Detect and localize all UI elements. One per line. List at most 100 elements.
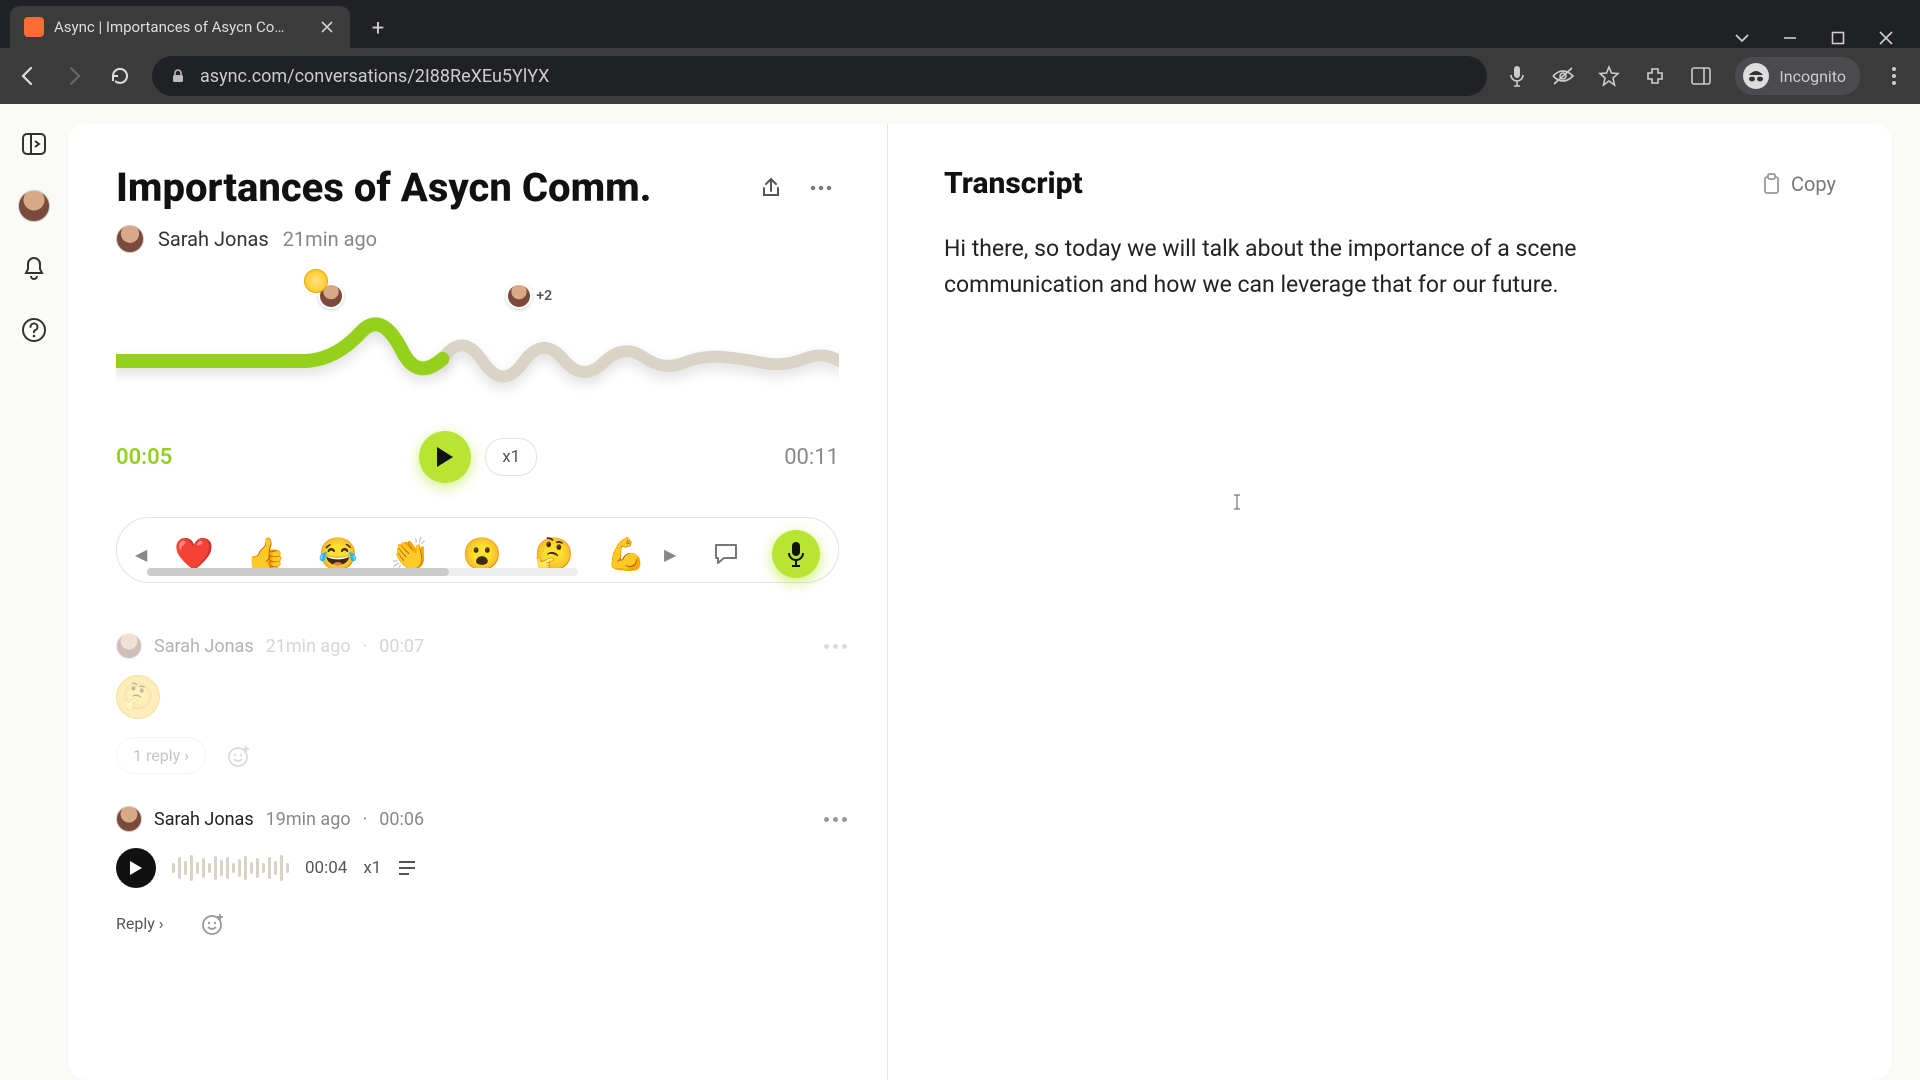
waveform-marker[interactable]: +2 <box>506 283 552 309</box>
comment-timestamp[interactable]: 00:06 <box>379 809 424 830</box>
replies-button[interactable]: 1 reply › <box>116 737 206 774</box>
comment-author: Sarah Jonas <box>154 809 254 830</box>
copy-transcript-button[interactable]: Copy <box>1761 172 1836 196</box>
duration: 00:11 <box>784 445 839 470</box>
waveform-marker[interactable] <box>318 283 344 309</box>
comment-avatar <box>116 633 142 659</box>
reply-label: Reply › <box>116 914 164 933</box>
tab-favicon <box>24 17 44 37</box>
reaction-flex[interactable]: 💪 <box>605 533 642 575</box>
window-minimize-icon[interactable] <box>1780 28 1800 48</box>
toolbar-right: Incognito <box>1505 57 1906 95</box>
new-tab-button[interactable]: + <box>362 12 394 44</box>
play-button[interactable] <box>419 431 471 483</box>
comment-footer: 1 reply › <box>116 737 847 774</box>
transcript-title: Transcript <box>944 166 1761 201</box>
transcript-header: Transcript Copy <box>944 166 1836 201</box>
comment-avatar <box>116 806 142 832</box>
window-maximize-icon[interactable] <box>1828 28 1848 48</box>
comments-list[interactable]: Sarah Jonas 21min ago · 00:07 🤔 1 reply … <box>68 617 887 1080</box>
playback-speed-button[interactable]: x1 <box>485 438 537 476</box>
posted-time: 21min ago <box>283 227 377 251</box>
browser-tab[interactable]: Async | Importances of Asycn Co… <box>10 6 350 48</box>
comment-item: Sarah Jonas 19min ago · 00:06 <box>116 790 881 957</box>
eye-off-icon[interactable] <box>1551 64 1575 88</box>
comment-header: Sarah Jonas 21min ago · 00:07 <box>116 633 847 659</box>
author-avatar <box>116 225 144 253</box>
comment-time: 19min ago <box>266 809 351 830</box>
add-reaction-icon[interactable] <box>198 909 228 939</box>
tab-close-icon[interactable] <box>318 18 336 36</box>
record-audio-comment-button[interactable] <box>772 530 820 578</box>
replies-label: 1 reply › <box>133 746 189 765</box>
url-text: async.com/conversations/2I88ReXEu5YlYX <box>200 66 549 87</box>
comment-footer: Reply › <box>116 906 847 941</box>
author-meta: Sarah Jonas 21min ago <box>116 225 839 253</box>
workspace: Importances of Asycn Comm. Sarah Jonas 2… <box>68 104 1920 1080</box>
incognito-label: Incognito <box>1779 67 1846 86</box>
browser-menu-icon[interactable] <box>1882 64 1906 88</box>
more-menu-icon[interactable] <box>803 170 839 206</box>
audio-reply-play-button[interactable] <box>116 848 156 888</box>
incognito-badge[interactable]: Incognito <box>1735 57 1860 95</box>
extensions-icon[interactable] <box>1643 64 1667 88</box>
help-icon[interactable] <box>16 312 52 348</box>
comment-emoji-icon: 🤔 <box>116 675 160 719</box>
comment-body: 00:04 x1 <box>116 848 847 888</box>
audio-reply-duration: 00:04 <box>305 858 347 878</box>
add-text-comment-button[interactable] <box>702 530 750 578</box>
comment-sep: · <box>363 809 368 830</box>
left-rail <box>0 104 68 1080</box>
marker-plus-count: +2 <box>536 288 552 304</box>
marker-avatar <box>506 283 532 309</box>
reactions-scrollbar-thumb[interactable] <box>147 568 449 576</box>
nav-back-icon[interactable] <box>14 62 42 90</box>
reactions-scroll-left-icon[interactable]: ◀ <box>135 545 151 564</box>
playback-speed-label: x1 <box>502 447 520 467</box>
conversation-header: Importances of Asycn Comm. Sarah Jonas 2… <box>68 124 887 583</box>
window-controls <box>1732 28 1920 48</box>
comment-menu-icon[interactable] <box>824 644 847 649</box>
browser-chrome: Async | Importances of Asycn Co… + <box>0 0 1920 104</box>
nav-forward-icon <box>60 62 88 90</box>
current-time: 00:05 <box>116 445 172 470</box>
waveform-markers: +2 <box>116 281 839 421</box>
incognito-icon <box>1743 63 1769 89</box>
comment-item: Sarah Jonas 21min ago · 00:07 🤔 1 reply … <box>116 617 881 790</box>
audio-reply: 00:04 x1 <box>116 848 847 888</box>
comment-time: 21min ago <box>266 636 351 657</box>
transcript-pane: Transcript Copy Hi there, so today we wi… <box>888 124 1892 1080</box>
address-bar[interactable]: async.com/conversations/2I88ReXEu5YlYX <box>152 56 1487 96</box>
reply-button[interactable]: Reply › <box>116 906 180 941</box>
add-reaction-icon[interactable] <box>224 741 254 771</box>
transcript-body[interactable]: Hi there, so today we will talk about th… <box>944 231 1624 302</box>
voice-search-icon[interactable] <box>1505 64 1529 88</box>
nav-reload-icon[interactable] <box>106 62 134 90</box>
lock-icon <box>170 68 186 84</box>
notifications-icon[interactable] <box>16 250 52 286</box>
reactions-bar: ◀ ❤️ 👍 😂 👏 😮 🤔 💪 👎 ▶ <box>116 517 839 583</box>
rail-avatar[interactable] <box>16 188 52 224</box>
reactions-scroll-right-icon[interactable]: ▶ <box>664 545 680 564</box>
copy-label: Copy <box>1791 172 1836 196</box>
panel-toggle-icon[interactable] <box>16 126 52 162</box>
comment-timestamp[interactable]: 00:07 <box>379 636 424 657</box>
player-controls: 00:05 x1 00:11 <box>116 431 839 483</box>
comment-author: Sarah Jonas <box>154 636 254 657</box>
tabs-dropdown-icon[interactable] <box>1732 28 1752 48</box>
author-name: Sarah Jonas <box>158 227 269 251</box>
bookmark-star-icon[interactable] <box>1597 64 1621 88</box>
tab-title: Async | Importances of Asycn Co… <box>54 18 308 36</box>
window-close-icon[interactable] <box>1876 28 1896 48</box>
share-icon[interactable] <box>753 170 789 206</box>
comment-header: Sarah Jonas 19min ago · 00:06 <box>116 806 847 832</box>
main-card: Importances of Asycn Comm. Sarah Jonas 2… <box>68 124 1892 1080</box>
audio-reply-waveform[interactable] <box>172 854 289 882</box>
reactions-scrollbar[interactable] <box>147 568 578 576</box>
sidepanel-icon[interactable] <box>1689 64 1713 88</box>
audio-reply-speed[interactable]: x1 <box>363 858 381 878</box>
audio-transcript-icon[interactable] <box>397 859 417 877</box>
clipboard-icon <box>1761 173 1781 195</box>
waveform[interactable]: +2 <box>116 281 839 421</box>
comment-menu-icon[interactable] <box>824 817 847 822</box>
